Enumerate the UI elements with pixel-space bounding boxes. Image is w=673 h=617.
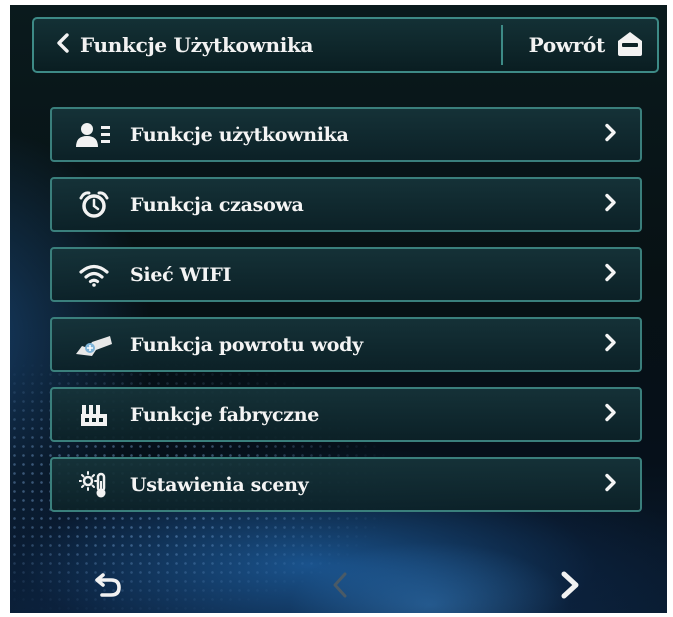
function-menu: Funkcje użytkownika Funkcja czasowa Sieć… bbox=[50, 107, 642, 527]
factory-icon bbox=[74, 400, 114, 430]
menu-item-label: Sieć WIFI bbox=[130, 263, 232, 286]
chevron-right-icon bbox=[604, 193, 616, 216]
header-title: Funkcje Użytkownika bbox=[80, 33, 314, 57]
chevron-right-icon bbox=[604, 263, 616, 286]
menu-item-wifi[interactable]: Sieć WIFI bbox=[50, 247, 642, 302]
header-bar: Funkcje Użytkownika Powrót bbox=[32, 17, 659, 73]
device-screen: Funkcje Użytkownika Powrót Funkcje użytk… bbox=[10, 5, 667, 613]
menu-item-factory-functions[interactable]: Funkcje fabryczne bbox=[50, 387, 642, 442]
bottom-navigation bbox=[10, 557, 667, 613]
menu-item-time-function[interactable]: Funkcja czasowa bbox=[50, 177, 642, 232]
chevron-right-icon bbox=[604, 123, 616, 146]
previous-page-button[interactable] bbox=[310, 565, 370, 609]
next-page-button[interactable] bbox=[540, 565, 600, 609]
menu-item-user-functions[interactable]: Funkcje użytkownika bbox=[50, 107, 642, 162]
water-return-icon bbox=[74, 330, 114, 360]
wifi-icon bbox=[74, 260, 114, 290]
menu-item-water-return[interactable]: Funkcja powrotu wody bbox=[50, 317, 642, 372]
chevron-right-icon bbox=[560, 571, 580, 603]
home-button[interactable]: Powrót bbox=[503, 19, 657, 71]
return-button[interactable] bbox=[78, 565, 138, 609]
menu-item-label: Funkcja powrotu wody bbox=[130, 333, 363, 356]
menu-item-label: Funkcja czasowa bbox=[130, 193, 304, 216]
chevron-left-icon bbox=[56, 32, 70, 58]
menu-item-label: Funkcje użytkownika bbox=[130, 123, 349, 146]
chevron-right-icon bbox=[604, 403, 616, 426]
menu-item-label: Ustawienia sceny bbox=[130, 473, 309, 496]
user-list-icon bbox=[74, 120, 114, 150]
chevron-left-icon bbox=[332, 572, 348, 602]
menu-item-label: Funkcje fabryczne bbox=[130, 403, 320, 426]
chevron-right-icon bbox=[604, 333, 616, 356]
return-icon bbox=[93, 571, 123, 603]
home-icon bbox=[615, 29, 645, 62]
alarm-clock-icon bbox=[74, 190, 114, 220]
home-label: Powrót bbox=[528, 33, 606, 57]
scene-settings-icon bbox=[74, 470, 114, 500]
chevron-right-icon bbox=[604, 473, 616, 496]
menu-item-scene-settings[interactable]: Ustawienia sceny bbox=[50, 457, 642, 512]
back-button[interactable]: Funkcje Użytkownika bbox=[34, 19, 501, 71]
